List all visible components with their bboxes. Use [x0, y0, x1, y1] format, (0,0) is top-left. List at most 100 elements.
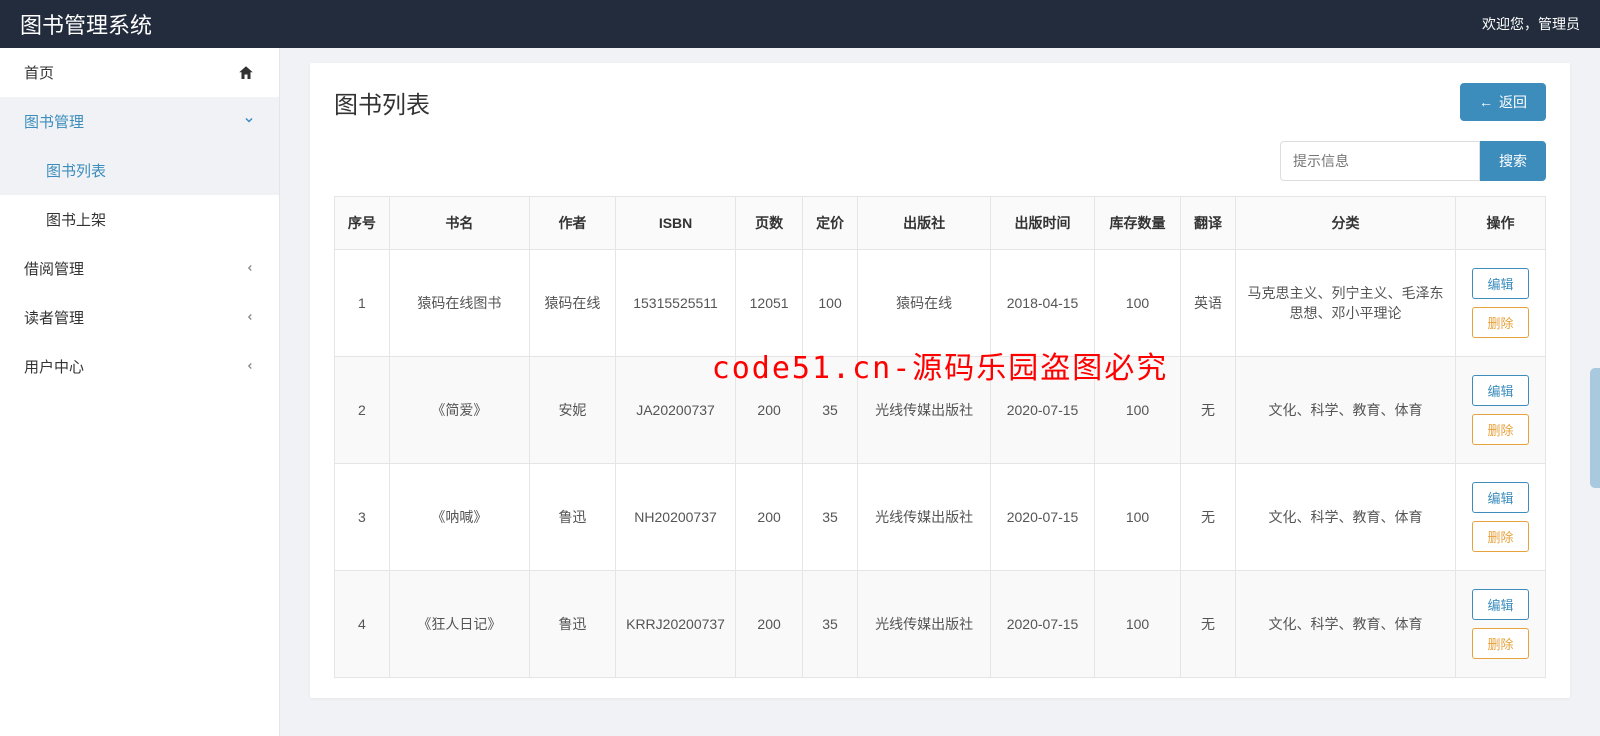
app-brand: 图书管理系统 — [20, 8, 152, 40]
navbar: 图书管理系统 欢迎您，管理员 — [0, 0, 1600, 48]
sidebar-subitem-book-add[interactable]: 图书上架 — [0, 195, 279, 244]
edit-button[interactable]: 编辑 — [1472, 482, 1528, 513]
table-header: 库存数量 — [1094, 197, 1180, 250]
table-cell-pubdate: 2020-07-15 — [991, 464, 1095, 571]
table-header: 作者 — [529, 197, 615, 250]
table-cell-publisher: 光线传媒出版社 — [857, 571, 990, 678]
delete-button[interactable]: 删除 — [1472, 628, 1528, 659]
table-cell-author: 鲁迅 — [529, 571, 615, 678]
delete-button[interactable]: 删除 — [1472, 521, 1528, 552]
welcome-text: 欢迎您，管理员 — [1482, 14, 1580, 34]
table-cell-translate: 英语 — [1181, 250, 1236, 357]
table-cell-author: 鲁迅 — [529, 464, 615, 571]
table-cell-pages: 200 — [736, 357, 803, 464]
table-header: 出版社 — [857, 197, 990, 250]
table-cell-isbn: 15315525511 — [616, 250, 736, 357]
search-input[interactable] — [1280, 141, 1480, 181]
sidebar-subitem-book-list[interactable]: 图书列表 — [0, 146, 279, 195]
table-cell-idx: 4 — [335, 571, 390, 678]
sidebar-item-label: 图书列表 — [46, 163, 106, 180]
table-cell-category: 马克思主义、列宁主义、毛泽东思想、邓小平理论 — [1236, 250, 1456, 357]
table-cell-idx: 1 — [335, 250, 390, 357]
content-area: code51.cn-源码乐园盗图必究 图书列表 ← 返回 搜索 序号书名作者IS… — [280, 48, 1600, 736]
card: code51.cn-源码乐园盗图必究 图书列表 ← 返回 搜索 序号书名作者IS… — [310, 63, 1570, 698]
table-cell-author: 猿码在线 — [529, 250, 615, 357]
table-cell-translate: 无 — [1181, 571, 1236, 678]
table-cell-stock: 100 — [1094, 357, 1180, 464]
table-header: 定价 — [803, 197, 858, 250]
delete-button[interactable]: 删除 — [1472, 414, 1528, 445]
table-header: ISBN — [616, 197, 736, 250]
table-cell-stock: 100 — [1094, 464, 1180, 571]
sidebar-item-reader-mgmt[interactable]: 读者管理 — [0, 293, 279, 342]
sidebar: 首页 图书管理 图书列表 图书上架 借阅管理 读者管理 — [0, 48, 280, 736]
table-cell-isbn: JA20200737 — [616, 357, 736, 464]
table-header: 翻译 — [1181, 197, 1236, 250]
table-cell-idx: 3 — [335, 464, 390, 571]
back-button[interactable]: ← 返回 — [1460, 83, 1546, 121]
search-button[interactable]: 搜索 — [1480, 141, 1546, 181]
table-row: 4《狂人日记》鲁迅KRRJ2020073720035光线传媒出版社2020-07… — [335, 571, 1546, 678]
arrow-left-icon: ← — [1479, 94, 1493, 110]
edit-button[interactable]: 编辑 — [1472, 589, 1528, 620]
sidebar-item-label: 图书上架 — [46, 212, 106, 229]
table-cell-idx: 2 — [335, 357, 390, 464]
table-row: 1猿码在线图书猿码在线1531552551112051100猿码在线2018-0… — [335, 250, 1546, 357]
table-cell-author: 安妮 — [529, 357, 615, 464]
table-cell-title: 《简爱》 — [389, 357, 529, 464]
edit-button[interactable]: 编辑 — [1472, 268, 1528, 299]
sidebar-item-book-mgmt[interactable]: 图书管理 — [0, 97, 279, 146]
table-cell-price: 35 — [803, 464, 858, 571]
book-table: 序号书名作者ISBN页数定价出版社出版时间库存数量翻译分类操作 1猿码在线图书猿… — [334, 196, 1546, 678]
table-cell-title: 《狂人日记》 — [389, 571, 529, 678]
table-cell-category: 文化、科学、教育、体育 — [1236, 464, 1456, 571]
table-cell-stock: 100 — [1094, 250, 1180, 357]
back-button-label: 返回 — [1499, 92, 1527, 112]
table-cell-price: 35 — [803, 357, 858, 464]
sidebar-item-label: 读者管理 — [24, 307, 84, 328]
table-cell-category: 文化、科学、教育、体育 — [1236, 357, 1456, 464]
scrollbar-hint[interactable] — [1590, 368, 1600, 488]
chevron-down-icon — [243, 114, 255, 129]
table-cell-price: 35 — [803, 571, 858, 678]
chevron-left-icon — [245, 262, 255, 276]
sidebar-item-label: 用户中心 — [24, 356, 84, 377]
search-bar: 搜索 — [334, 141, 1546, 181]
table-header: 序号 — [335, 197, 390, 250]
table-cell-publisher: 猿码在线 — [857, 250, 990, 357]
table-cell-title: 《呐喊》 — [389, 464, 529, 571]
table-cell-pubdate: 2020-07-15 — [991, 357, 1095, 464]
table-cell-price: 100 — [803, 250, 858, 357]
table-cell-pubdate: 2020-07-15 — [991, 571, 1095, 678]
chevron-left-icon — [245, 311, 255, 325]
table-cell-isbn: NH20200737 — [616, 464, 736, 571]
table-cell-category: 文化、科学、教育、体育 — [1236, 571, 1456, 678]
table-cell-pubdate: 2018-04-15 — [991, 250, 1095, 357]
table-cell-ops: 编辑删除 — [1456, 464, 1546, 571]
table-header: 书名 — [389, 197, 529, 250]
table-header: 出版时间 — [991, 197, 1095, 250]
table-cell-stock: 100 — [1094, 571, 1180, 678]
table-cell-ops: 编辑删除 — [1456, 357, 1546, 464]
table-cell-pages: 12051 — [736, 250, 803, 357]
delete-button[interactable]: 删除 — [1472, 307, 1528, 338]
sidebar-item-home[interactable]: 首页 — [0, 48, 279, 97]
table-header: 操作 — [1456, 197, 1546, 250]
sidebar-item-user-center[interactable]: 用户中心 — [0, 342, 279, 391]
page-title: 图书列表 — [334, 85, 430, 120]
sidebar-item-label: 首页 — [24, 62, 54, 83]
table-cell-translate: 无 — [1181, 357, 1236, 464]
edit-button[interactable]: 编辑 — [1472, 375, 1528, 406]
table-cell-title: 猿码在线图书 — [389, 250, 529, 357]
table-cell-pages: 200 — [736, 571, 803, 678]
table-cell-pages: 200 — [736, 464, 803, 571]
table-cell-publisher: 光线传媒出版社 — [857, 357, 990, 464]
sidebar-item-label: 图书管理 — [24, 111, 84, 132]
sidebar-item-borrow-mgmt[interactable]: 借阅管理 — [0, 244, 279, 293]
table-row: 3《呐喊》鲁迅NH2020073720035光线传媒出版社2020-07-151… — [335, 464, 1546, 571]
table-cell-ops: 编辑删除 — [1456, 250, 1546, 357]
table-cell-ops: 编辑删除 — [1456, 571, 1546, 678]
home-icon — [237, 64, 255, 82]
table-cell-isbn: KRRJ20200737 — [616, 571, 736, 678]
table-header: 页数 — [736, 197, 803, 250]
